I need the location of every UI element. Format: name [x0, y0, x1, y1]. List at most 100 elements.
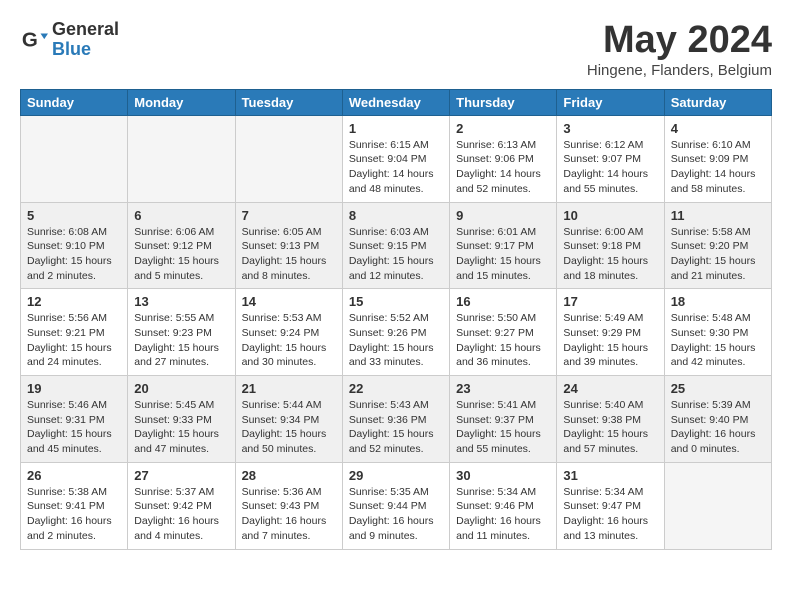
- day-number: 17: [563, 294, 657, 309]
- day-number: 22: [349, 381, 443, 396]
- weekday-header: Sunday: [21, 89, 128, 115]
- day-number: 7: [242, 208, 336, 223]
- day-number: 24: [563, 381, 657, 396]
- weekday-header: Friday: [557, 89, 664, 115]
- day-info: Sunrise: 5:44 AM Sunset: 9:34 PM Dayligh…: [242, 398, 336, 457]
- day-number: 26: [27, 468, 121, 483]
- day-info: Sunrise: 6:06 AM Sunset: 9:12 PM Dayligh…: [134, 225, 228, 284]
- day-info: Sunrise: 5:41 AM Sunset: 9:37 PM Dayligh…: [456, 398, 550, 457]
- day-info: Sunrise: 6:10 AM Sunset: 9:09 PM Dayligh…: [671, 138, 765, 197]
- calendar-cell: 13 Sunrise: 5:55 AM Sunset: 9:23 PM Dayli…: [128, 289, 235, 376]
- day-info: Sunrise: 5:36 AM Sunset: 9:43 PM Dayligh…: [242, 485, 336, 544]
- calendar-cell: 1Sunrise: 6:15 AM Sunset: 9:04 PM Daylig…: [342, 115, 449, 202]
- day-number: 18: [671, 294, 765, 309]
- day-number: 6: [134, 208, 228, 223]
- day-number: 16: [456, 294, 550, 309]
- day-number: 30: [456, 468, 550, 483]
- day-number: 31: [563, 468, 657, 483]
- title-area: May 2024 Hingene, Flanders, Belgium: [587, 20, 772, 79]
- calendar-cell: [128, 115, 235, 202]
- day-info: Sunrise: 5:52 AM Sunset: 9:26 PM Dayligh…: [349, 311, 443, 370]
- day-info: Sunrise: 6:05 AM Sunset: 9:13 PM Dayligh…: [242, 225, 336, 284]
- day-number: 9: [456, 208, 550, 223]
- calendar-cell: 22 Sunrise: 5:43 AM Sunset: 9:36 PM Dayli…: [342, 376, 449, 463]
- day-number: 2: [456, 121, 550, 136]
- calendar-cell: 25Sunrise: 5:39 AM Sunset: 9:40 PM Dayli…: [664, 376, 771, 463]
- calendar: SundayMondayTuesdayWednesdayThursdayFrid…: [20, 89, 772, 550]
- weekday-header-row: SundayMondayTuesdayWednesdayThursdayFrid…: [21, 89, 772, 115]
- day-number: 28: [242, 468, 336, 483]
- calendar-cell: 28 Sunrise: 5:36 AM Sunset: 9:43 PM Dayli…: [235, 462, 342, 549]
- day-number: 8: [349, 208, 443, 223]
- day-info: Sunrise: 6:12 AM Sunset: 9:07 PM Dayligh…: [563, 138, 657, 197]
- calendar-cell: 14 Sunrise: 5:53 AM Sunset: 9:24 PM Dayli…: [235, 289, 342, 376]
- calendar-week-row: 5 Sunrise: 6:08 AM Sunset: 9:10 PM Daylig…: [21, 202, 772, 289]
- day-number: 27: [134, 468, 228, 483]
- logo: G General Blue: [20, 20, 119, 60]
- day-info: Sunrise: 5:38 AM Sunset: 9:41 PM Dayligh…: [27, 485, 121, 544]
- day-info: Sunrise: 5:48 AM Sunset: 9:30 PM Dayligh…: [671, 311, 765, 370]
- day-info: Sunrise: 6:01 AM Sunset: 9:17 PM Dayligh…: [456, 225, 550, 284]
- day-number: 19: [27, 381, 121, 396]
- calendar-cell: 9 Sunrise: 6:01 AM Sunset: 9:17 PM Daylig…: [450, 202, 557, 289]
- weekday-header: Saturday: [664, 89, 771, 115]
- day-info: Sunrise: 5:43 AM Sunset: 9:36 PM Dayligh…: [349, 398, 443, 457]
- calendar-cell: 31 Sunrise: 5:34 AM Sunset: 9:47 PM Dayli…: [557, 462, 664, 549]
- day-info: Sunrise: 5:35 AM Sunset: 9:44 PM Dayligh…: [349, 485, 443, 544]
- day-info: Sunrise: 5:56 AM Sunset: 9:21 PM Dayligh…: [27, 311, 121, 370]
- calendar-cell: 18 Sunrise: 5:48 AM Sunset: 9:30 PM Dayli…: [664, 289, 771, 376]
- calendar-cell: 4 Sunrise: 6:10 AM Sunset: 9:09 PM Daylig…: [664, 115, 771, 202]
- calendar-week-row: 12 Sunrise: 5:56 AM Sunset: 9:21 PM Dayli…: [21, 289, 772, 376]
- day-number: 5: [27, 208, 121, 223]
- calendar-cell: [235, 115, 342, 202]
- day-number: 3: [563, 121, 657, 136]
- calendar-cell: 7 Sunrise: 6:05 AM Sunset: 9:13 PM Daylig…: [235, 202, 342, 289]
- weekday-header: Monday: [128, 89, 235, 115]
- calendar-cell: 21Sunrise: 5:44 AM Sunset: 9:34 PM Dayli…: [235, 376, 342, 463]
- day-number: 13: [134, 294, 228, 309]
- calendar-cell: 15Sunrise: 5:52 AM Sunset: 9:26 PM Dayli…: [342, 289, 449, 376]
- weekday-header: Wednesday: [342, 89, 449, 115]
- logo-general: General: [52, 20, 119, 40]
- day-info: Sunrise: 5:58 AM Sunset: 9:20 PM Dayligh…: [671, 225, 765, 284]
- day-number: 12: [27, 294, 121, 309]
- day-number: 11: [671, 208, 765, 223]
- day-number: 10: [563, 208, 657, 223]
- calendar-week-row: 19Sunrise: 5:46 AM Sunset: 9:31 PM Dayli…: [21, 376, 772, 463]
- calendar-cell: 23 Sunrise: 5:41 AM Sunset: 9:37 PM Dayli…: [450, 376, 557, 463]
- day-info: Sunrise: 5:50 AM Sunset: 9:27 PM Dayligh…: [456, 311, 550, 370]
- calendar-cell: 10Sunrise: 6:00 AM Sunset: 9:18 PM Dayli…: [557, 202, 664, 289]
- calendar-cell: 30 Sunrise: 5:34 AM Sunset: 9:46 PM Dayli…: [450, 462, 557, 549]
- day-info: Sunrise: 5:45 AM Sunset: 9:33 PM Dayligh…: [134, 398, 228, 457]
- day-number: 23: [456, 381, 550, 396]
- calendar-cell: 19Sunrise: 5:46 AM Sunset: 9:31 PM Dayli…: [21, 376, 128, 463]
- day-number: 14: [242, 294, 336, 309]
- day-info: Sunrise: 6:13 AM Sunset: 9:06 PM Dayligh…: [456, 138, 550, 197]
- day-info: Sunrise: 5:53 AM Sunset: 9:24 PM Dayligh…: [242, 311, 336, 370]
- calendar-cell: 2 Sunrise: 6:13 AM Sunset: 9:06 PM Daylig…: [450, 115, 557, 202]
- calendar-week-row: 1Sunrise: 6:15 AM Sunset: 9:04 PM Daylig…: [21, 115, 772, 202]
- day-info: Sunrise: 5:34 AM Sunset: 9:46 PM Dayligh…: [456, 485, 550, 544]
- calendar-cell: 24Sunrise: 5:40 AM Sunset: 9:38 PM Dayli…: [557, 376, 664, 463]
- day-info: Sunrise: 6:03 AM Sunset: 9:15 PM Dayligh…: [349, 225, 443, 284]
- day-info: Sunrise: 5:55 AM Sunset: 9:23 PM Dayligh…: [134, 311, 228, 370]
- calendar-cell: 3 Sunrise: 6:12 AM Sunset: 9:07 PM Daylig…: [557, 115, 664, 202]
- day-info: Sunrise: 6:15 AM Sunset: 9:04 PM Dayligh…: [349, 138, 443, 197]
- day-number: 25: [671, 381, 765, 396]
- calendar-cell: 16 Sunrise: 5:50 AM Sunset: 9:27 PM Dayli…: [450, 289, 557, 376]
- calendar-cell: 20 Sunrise: 5:45 AM Sunset: 9:33 PM Dayli…: [128, 376, 235, 463]
- logo-text: General Blue: [52, 20, 119, 60]
- calendar-cell: 5 Sunrise: 6:08 AM Sunset: 9:10 PM Daylig…: [21, 202, 128, 289]
- day-info: Sunrise: 5:34 AM Sunset: 9:47 PM Dayligh…: [563, 485, 657, 544]
- month-year: May 2024: [587, 20, 772, 62]
- calendar-cell: 12 Sunrise: 5:56 AM Sunset: 9:21 PM Dayli…: [21, 289, 128, 376]
- calendar-cell: 17Sunrise: 5:49 AM Sunset: 9:29 PM Dayli…: [557, 289, 664, 376]
- calendar-cell: 11 Sunrise: 5:58 AM Sunset: 9:20 PM Dayli…: [664, 202, 771, 289]
- calendar-cell: 8 Sunrise: 6:03 AM Sunset: 9:15 PM Daylig…: [342, 202, 449, 289]
- day-number: 4: [671, 121, 765, 136]
- day-info: Sunrise: 5:37 AM Sunset: 9:42 PM Dayligh…: [134, 485, 228, 544]
- day-number: 29: [349, 468, 443, 483]
- day-number: 20: [134, 381, 228, 396]
- day-info: Sunrise: 6:08 AM Sunset: 9:10 PM Dayligh…: [27, 225, 121, 284]
- svg-text:G: G: [22, 28, 38, 51]
